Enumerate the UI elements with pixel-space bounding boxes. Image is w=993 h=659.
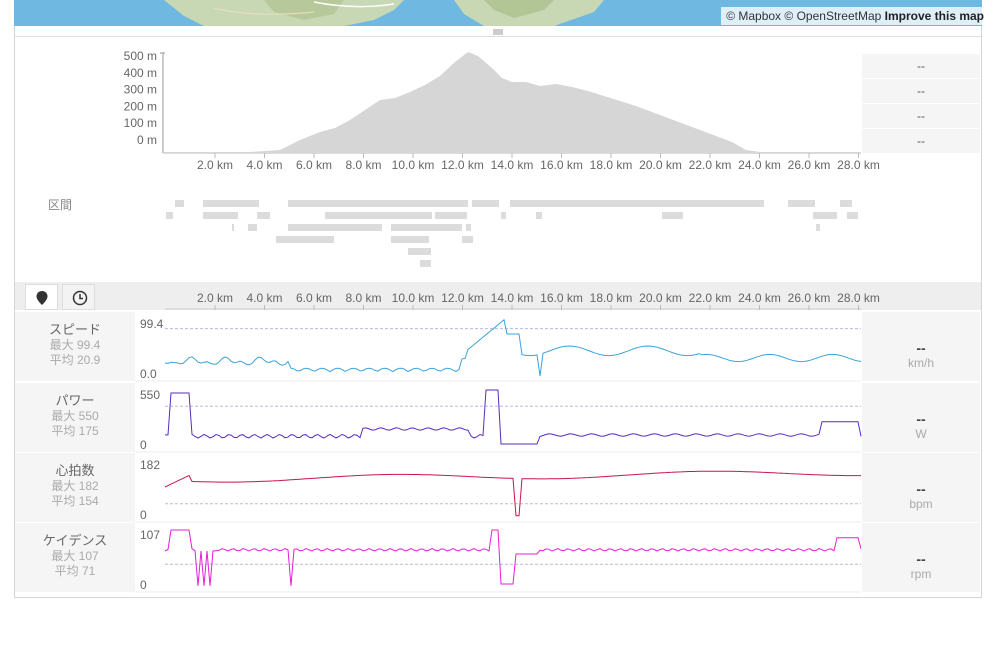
speed-y-min: 0.0 — [140, 367, 157, 381]
elevation-y-tick: 200 m — [124, 99, 157, 113]
distance-tick: 28.0 km — [837, 291, 880, 305]
mapbox-attribution[interactable]: © Mapbox — [726, 9, 781, 23]
elevation-x-tick: 4.0 km — [246, 158, 282, 172]
segment-bar[interactable] — [325, 212, 432, 219]
segment-bar[interactable] — [840, 200, 852, 207]
segment-bar[interactable] — [257, 212, 270, 219]
heartrate-y-max: 182 — [140, 458, 160, 472]
segment-bar[interactable] — [435, 212, 467, 219]
segment-bar[interactable] — [408, 248, 431, 255]
speed-plot-area — [135, 312, 862, 380]
distance-tick: 20.0 km — [639, 291, 682, 305]
distance-tick: 2.0 km — [197, 291, 233, 305]
segments-chart[interactable] — [0, 196, 993, 271]
elevation-stat-3: -- — [862, 104, 980, 128]
segment-bar[interactable] — [472, 200, 499, 207]
elevation-x-tick: 18.0 km — [590, 158, 633, 172]
elevation-x-tick: 6.0 km — [296, 158, 332, 172]
segment-bar[interactable] — [510, 200, 764, 207]
distance-tick: 26.0 km — [788, 291, 831, 305]
power-y-min: 0 — [140, 438, 147, 452]
segment-bar[interactable] — [536, 212, 542, 219]
segment-bar[interactable] — [813, 212, 837, 219]
speed-y-max: 99.4 — [140, 317, 164, 331]
distance-axis: 2.0 km 4.0 km 6.0 km 8.0 km 10.0 km 12.0 km 14… — [165, 291, 880, 310]
elevation-stat-4: -- — [862, 129, 980, 153]
distance-tick: 6.0 km — [296, 291, 332, 305]
distance-tick: 4.0 km — [246, 291, 282, 305]
power-y-max: 550 — [140, 388, 160, 402]
segment-bar[interactable] — [420, 260, 431, 267]
distance-tick: 14.0 km — [491, 291, 534, 305]
segment-bar[interactable] — [466, 224, 471, 231]
elevation-stat-1: -- — [862, 54, 980, 78]
distance-tick: 22.0 km — [689, 291, 732, 305]
elevation-x-tick: 16.0 km — [540, 158, 583, 172]
distance-tick: 10.0 km — [392, 291, 435, 305]
segment-bar[interactable] — [788, 200, 815, 207]
elevation-chart[interactable]: 500 m 400 m 300 m 200 m 100 m 0 m 2.0 km 4.0 k… — [0, 40, 993, 180]
heartrate-plot-area — [135, 453, 862, 521]
segment-bar[interactable] — [203, 212, 238, 219]
segment-bar[interactable] — [248, 224, 257, 231]
segment-bar[interactable] — [662, 212, 683, 219]
distance-tick: 24.0 km — [738, 291, 781, 305]
distance-tick: 18.0 km — [590, 291, 633, 305]
cadence-y-min: 0 — [140, 578, 147, 592]
elevation-y-tick: 400 m — [124, 66, 157, 80]
segment-bar[interactable] — [276, 236, 334, 243]
osm-attribution[interactable]: © OpenStreetMap — [784, 9, 881, 23]
distance-tick: 8.0 km — [345, 291, 381, 305]
resize-grip-icon[interactable] — [493, 29, 503, 37]
segment-bar[interactable] — [847, 212, 858, 219]
heartrate-y-min: 0 — [140, 508, 147, 522]
segment-bar[interactable] — [462, 236, 473, 243]
elevation-x-tick: 8.0 km — [345, 158, 381, 172]
segment-bar[interactable] — [175, 200, 184, 207]
distance-tick: 16.0 km — [540, 291, 583, 305]
elevation-x-tick: 2.0 km — [197, 158, 233, 172]
stream-charts[interactable]: 99.4 0.0 550 0 182 0 107 0 — [0, 310, 993, 594]
segment-bar[interactable] — [203, 200, 259, 207]
elevation-x-tick: 24.0 km — [738, 158, 781, 172]
elevation-y-tick: 0 m — [137, 133, 157, 147]
map-attribution: © Mapbox © OpenStreetMap Improve this ma… — [721, 7, 989, 25]
elevation-y-tick: 500 m — [124, 49, 157, 63]
segment-bar[interactable] — [816, 224, 820, 231]
elevation-y-tick: 300 m — [124, 83, 157, 97]
elevation-x-tick: 20.0 km — [639, 158, 682, 172]
cadence-y-max: 107 — [140, 528, 160, 542]
segment-bar[interactable] — [391, 224, 462, 231]
elevation-x-tick: 28.0 km — [837, 158, 880, 172]
elevation-stat-2: -- — [862, 79, 980, 103]
improve-map-link[interactable]: Improve this map — [885, 9, 984, 23]
elevation-x-tick: 12.0 km — [441, 158, 484, 172]
elevation-y-tick: 100 m — [124, 116, 157, 130]
elevation-profile — [165, 52, 861, 153]
segment-bar[interactable] — [166, 212, 173, 219]
segment-bar[interactable] — [391, 236, 429, 243]
elevation-x-tick: 26.0 km — [788, 158, 831, 172]
segment-bar[interactable] — [501, 212, 506, 219]
elevation-x-tick: 22.0 km — [689, 158, 732, 172]
distance-tick: 12.0 km — [441, 291, 484, 305]
elevation-x-tick: 10.0 km — [392, 158, 435, 172]
elevation-x-tick: 14.0 km — [491, 158, 534, 172]
segment-bar[interactable] — [288, 200, 468, 207]
segment-bar[interactable] — [288, 224, 382, 231]
segment-bar[interactable] — [232, 224, 234, 231]
